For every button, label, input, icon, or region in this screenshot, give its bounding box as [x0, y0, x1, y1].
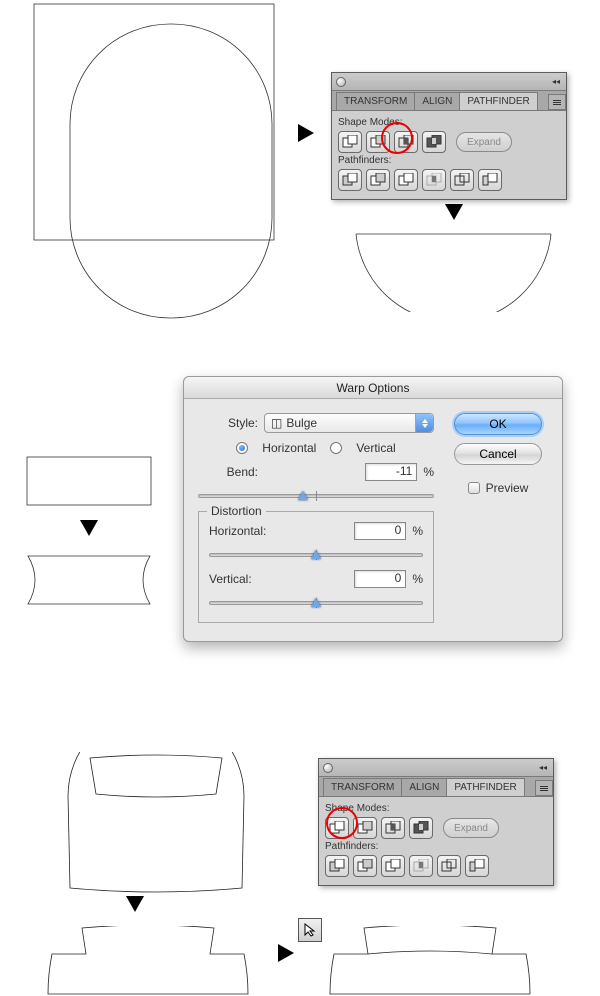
panel-menu-icon[interactable]: [548, 94, 566, 110]
panel-header[interactable]: ◂◂: [319, 759, 553, 777]
minus-front-button[interactable]: [366, 131, 390, 153]
figure2-rect: [26, 456, 154, 508]
warp-options-dialog: Warp Options Style: ◫ Bulge Horizontal V…: [183, 376, 563, 642]
bend-input[interactable]: -11: [365, 463, 417, 481]
tab-align[interactable]: ALIGN: [401, 778, 447, 796]
outline-button[interactable]: [437, 855, 461, 877]
pathfinders-label: Pathfinders:: [338, 155, 560, 166]
shape-modes-label: Shape Modes:: [325, 803, 547, 814]
shape-modes-label: Shape Modes:: [338, 117, 560, 128]
preview-checkbox[interactable]: [468, 482, 480, 494]
collapse-icon[interactable]: ◂◂: [550, 80, 562, 84]
exclude-button[interactable]: [422, 131, 446, 153]
expand-button[interactable]: Expand: [443, 818, 499, 838]
collapse-icon[interactable]: ◂◂: [537, 766, 549, 770]
dist-v-label: Vertical:: [209, 572, 281, 586]
distortion-label: Distortion: [207, 504, 266, 518]
crop-button[interactable]: [422, 169, 446, 191]
minus-back-button[interactable]: [478, 169, 502, 191]
radio-vertical[interactable]: [330, 442, 342, 454]
merge-button[interactable]: [381, 855, 405, 877]
arrow-to-warped: [80, 520, 98, 536]
arrow-to-pathfinder: [298, 124, 314, 142]
bulge-icon: ◫: [271, 416, 282, 430]
expand-button[interactable]: Expand: [456, 132, 512, 152]
tab-pathfinder[interactable]: PATHFINDER: [446, 778, 524, 796]
tab-align[interactable]: ALIGN: [414, 92, 460, 110]
bend-slider[interactable]: [198, 489, 434, 503]
horizontal-label: Horizontal: [262, 441, 316, 455]
bend-label: Bend:: [198, 465, 258, 479]
arrow-to-direct-select: [278, 944, 294, 962]
dist-h-label: Horizontal:: [209, 524, 281, 538]
minus-back-button[interactable]: [465, 855, 489, 877]
pathfinder-panel-1: ◂◂ TRANSFORM ALIGN PATHFINDER Shape Mode…: [331, 72, 567, 200]
minus-front-button[interactable]: [353, 817, 377, 839]
figure3-shapes: [66, 752, 246, 902]
intersect-button[interactable]: [381, 817, 405, 839]
cancel-button[interactable]: Cancel: [454, 443, 542, 465]
style-select[interactable]: ◫ Bulge: [264, 413, 434, 433]
unite-button[interactable]: [338, 131, 362, 153]
intersect-button[interactable]: [394, 131, 418, 153]
vertical-label: Vertical: [356, 441, 395, 455]
ok-button[interactable]: OK: [454, 413, 542, 435]
crop-button[interactable]: [409, 855, 433, 877]
style-label: Style:: [198, 416, 258, 430]
dist-h-input[interactable]: 0: [354, 522, 406, 540]
dist-h-percent: %: [412, 524, 423, 538]
preview-label: Preview: [486, 481, 529, 495]
dist-v-slider[interactable]: [209, 596, 423, 610]
bend-percent: %: [423, 465, 434, 479]
outline-button[interactable]: [450, 169, 474, 191]
close-icon[interactable]: [336, 77, 346, 87]
dist-h-slider[interactable]: [209, 548, 423, 562]
dialog-title: Warp Options: [184, 377, 562, 399]
pathfinder-panel-2: ◂◂ TRANSFORM ALIGN PATHFINDER Shape Mode…: [318, 758, 554, 886]
figure1-shapes: [32, 2, 292, 322]
panel-header[interactable]: ◂◂: [332, 73, 566, 91]
tab-transform[interactable]: TRANSFORM: [323, 778, 402, 796]
divide-button[interactable]: [325, 855, 349, 877]
tab-transform[interactable]: TRANSFORM: [336, 92, 415, 110]
dropdown-arrows-icon: [415, 414, 433, 432]
tab-pathfinder[interactable]: PATHFINDER: [459, 92, 537, 110]
exclude-button[interactable]: [409, 817, 433, 839]
style-value: Bulge: [286, 416, 317, 430]
trim-button[interactable]: [366, 169, 390, 191]
panel-menu-icon[interactable]: [535, 780, 553, 796]
figure3-united: [44, 926, 250, 996]
arrow-to-united: [126, 896, 144, 912]
figure2-warped: [26, 554, 154, 610]
close-icon[interactable]: [323, 763, 333, 773]
dist-v-percent: %: [412, 572, 423, 586]
divide-button[interactable]: [338, 169, 362, 191]
pathfinders-label: Pathfinders:: [325, 841, 547, 852]
arrow-to-result: [445, 204, 463, 220]
figure1-result: [350, 232, 560, 312]
merge-button[interactable]: [394, 169, 418, 191]
figure3-final: [326, 926, 532, 996]
unite-button[interactable]: [325, 817, 349, 839]
direct-selection-tool[interactable]: [298, 918, 322, 942]
radio-horizontal[interactable]: [236, 442, 248, 454]
dist-v-input[interactable]: 0: [354, 570, 406, 588]
trim-button[interactable]: [353, 855, 377, 877]
